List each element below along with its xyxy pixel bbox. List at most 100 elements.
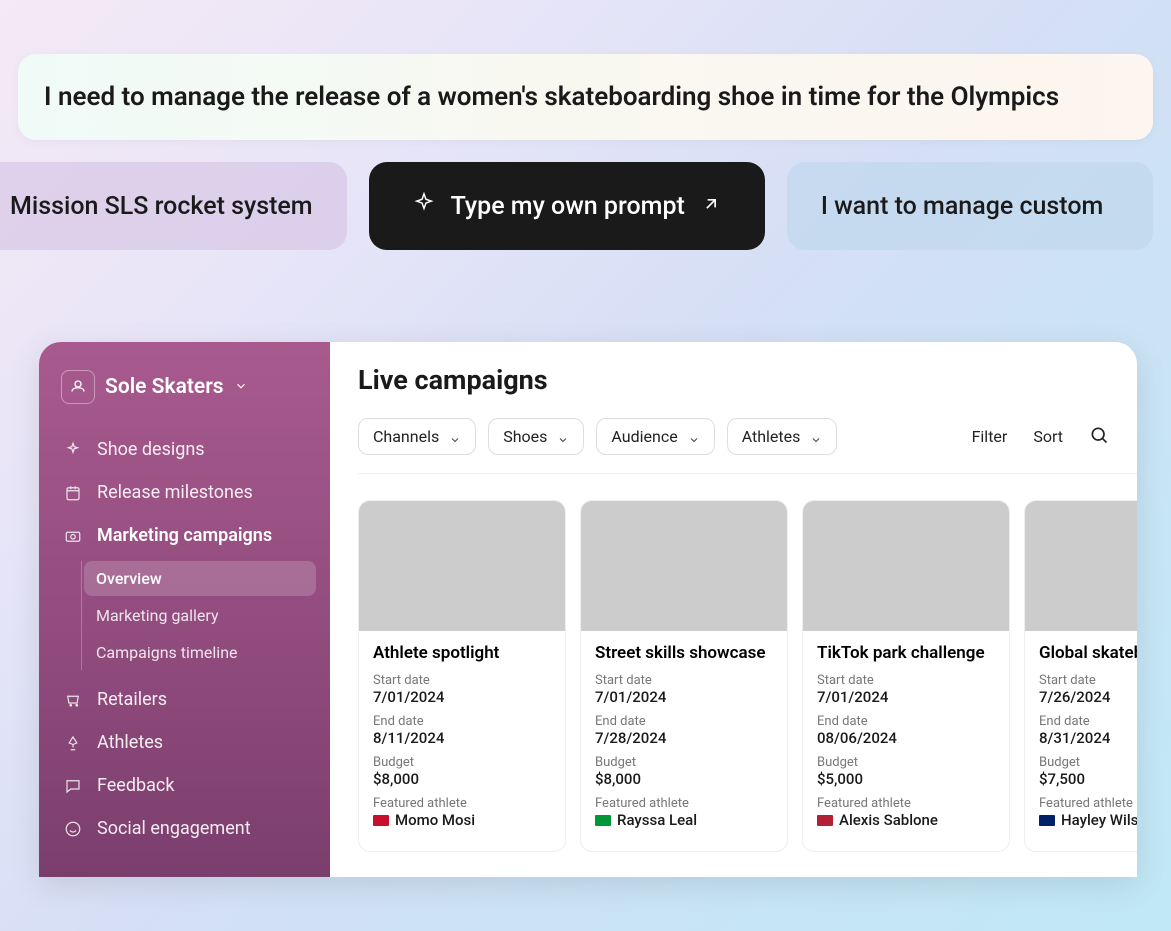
filter-channels[interactable]: Channels [358,418,476,455]
end-date-value: 08/06/2024 [817,729,995,747]
budget-value: $8,000 [595,770,773,788]
filter-group: Channels Shoes Audience Athletes [358,418,837,455]
featured-label: Featured athlete [373,796,551,811]
sidebar-sub-overview[interactable]: Overview [84,561,316,596]
filter-athletes[interactable]: Athletes [727,418,838,455]
start-date-label: Start date [595,673,773,688]
budget-value: $8,000 [373,770,551,788]
end-date-label: End date [373,714,551,729]
suggestion-chip-left[interactable]: Mission SLS rocket system [0,162,347,250]
campaign-image [581,501,787,631]
sidebar-item-label: Social engagement [97,818,251,839]
flag-icon [1039,815,1055,826]
workspace-icon [61,370,95,404]
budget-label: Budget [373,755,551,770]
start-date-label: Start date [1039,673,1137,688]
end-date-value: 8/11/2024 [373,729,551,747]
sidebar-item-label: Marketing campaigns [97,525,272,546]
main-panel: Live campaigns Channels Shoes Audience Athl… [330,342,1137,877]
sidebar-item-label: Athletes [97,732,163,753]
sidebar-item-label: Feedback [97,775,174,796]
featured-athlete: Alexis Sablone [817,811,995,829]
chat-icon [63,777,83,795]
chevron-down-icon [234,378,248,397]
budget-label: Budget [1039,755,1137,770]
campaign-card[interactable]: TikTok park challengeStart date7/01/2024… [802,500,1010,852]
campaign-card[interactable]: Global skateboStart date7/26/2024End dat… [1024,500,1137,852]
budget-label: Budget [595,755,773,770]
start-date-value: 7/01/2024 [595,688,773,706]
end-date-label: End date [595,714,773,729]
sparkle-icon [63,441,83,459]
sparkle-icon [413,192,435,221]
workspace-switcher[interactable]: Sole Skaters [53,364,316,410]
filter-label: Channels [373,427,439,446]
featured-label: Featured athlete [595,796,773,811]
featured-athlete: Momo Mosi [373,811,551,829]
sort-button[interactable]: Sort [1033,427,1063,446]
budget-value: $5,000 [817,770,995,788]
end-date-value: 7/28/2024 [595,729,773,747]
sidebar-item-retailers[interactable]: Retailers [53,678,316,721]
end-date-label: End date [1039,714,1137,729]
filter-label: Shoes [503,427,547,446]
start-date-label: Start date [817,673,995,688]
start-date-label: Start date [373,673,551,688]
sidebar-item-label: Shoe designs [97,439,205,460]
campaign-image [1025,501,1137,631]
toolbar: Channels Shoes Audience Athletes Filter Sor… [358,418,1137,474]
featured-label: Featured athlete [1039,796,1137,811]
app-window: Sole Skaters Shoe designs Release milesto… [39,342,1137,877]
filter-shoes[interactable]: Shoes [488,418,584,455]
arrow-icon [701,192,721,221]
start-date-value: 7/01/2024 [373,688,551,706]
sidebar-item-label: Release milestones [97,482,253,503]
sidebar-sub-marketing-gallery[interactable]: Marketing gallery [84,598,316,633]
end-date-label: End date [817,714,995,729]
campaign-card[interactable]: Street skills showcase Start date7/01/202… [580,500,788,852]
campaign-cards: Athlete spotlightStart date7/01/2024End … [358,500,1137,852]
campaign-title: Street skills showcase [595,643,773,663]
sidebar: Sole Skaters Shoe designs Release milesto… [39,342,330,877]
featured-athlete: Rayssa Leal [595,811,773,829]
search-icon[interactable] [1089,425,1109,449]
type-own-prompt-label: Type my own prompt [451,192,685,221]
filter-label: Audience [611,427,677,446]
featured-label: Featured athlete [817,796,995,811]
sidebar-item-label: Retailers [97,689,167,710]
flag-icon [595,815,611,826]
end-date-value: 8/31/2024 [1039,729,1137,747]
campaign-image [359,501,565,631]
campaign-image [803,501,1009,631]
main-prompt[interactable]: I need to manage the release of a women'… [18,54,1153,140]
suggestion-chip-right[interactable]: I want to manage custom [787,162,1153,250]
page-title: Live campaigns [358,364,1137,396]
person-icon [63,734,83,752]
budget-value: $7,500 [1039,770,1137,788]
smile-icon [63,820,83,838]
budget-label: Budget [817,755,995,770]
campaign-title: Global skatebo [1039,643,1137,663]
flag-icon [817,815,833,826]
sidebar-item-shoe-designs[interactable]: Shoe designs [53,428,316,471]
campaign-title: Athlete spotlight [373,643,551,663]
cart-icon [63,691,83,709]
filter-audience[interactable]: Audience [596,418,714,455]
filter-button[interactable]: Filter [972,427,1008,446]
sidebar-item-release-milestones[interactable]: Release milestones [53,471,316,514]
sidebar-item-feedback[interactable]: Feedback [53,764,316,807]
campaign-icon [63,527,83,545]
flag-icon [373,815,389,826]
sidebar-item-social-engagement[interactable]: Social engagement [53,807,316,850]
nav-list: Shoe designs Release milestones Marketing … [53,428,316,850]
calendar-icon [63,484,83,502]
sidebar-sub-campaigns-timeline[interactable]: Campaigns timeline [84,635,316,670]
workspace-name: Sole Skaters [105,375,224,399]
sidebar-item-marketing-campaigns[interactable]: Marketing campaigns [53,514,316,557]
campaign-card[interactable]: Athlete spotlight Start date7/01/2024 End … [358,500,566,852]
filter-label: Athletes [742,427,801,446]
suggestion-row: Mission SLS rocket system Type my own pr… [0,162,1171,250]
sidebar-item-athletes[interactable]: Athletes [53,721,316,764]
type-own-prompt-button[interactable]: Type my own prompt [369,162,765,250]
campaign-title: TikTok park challenge [817,643,995,663]
